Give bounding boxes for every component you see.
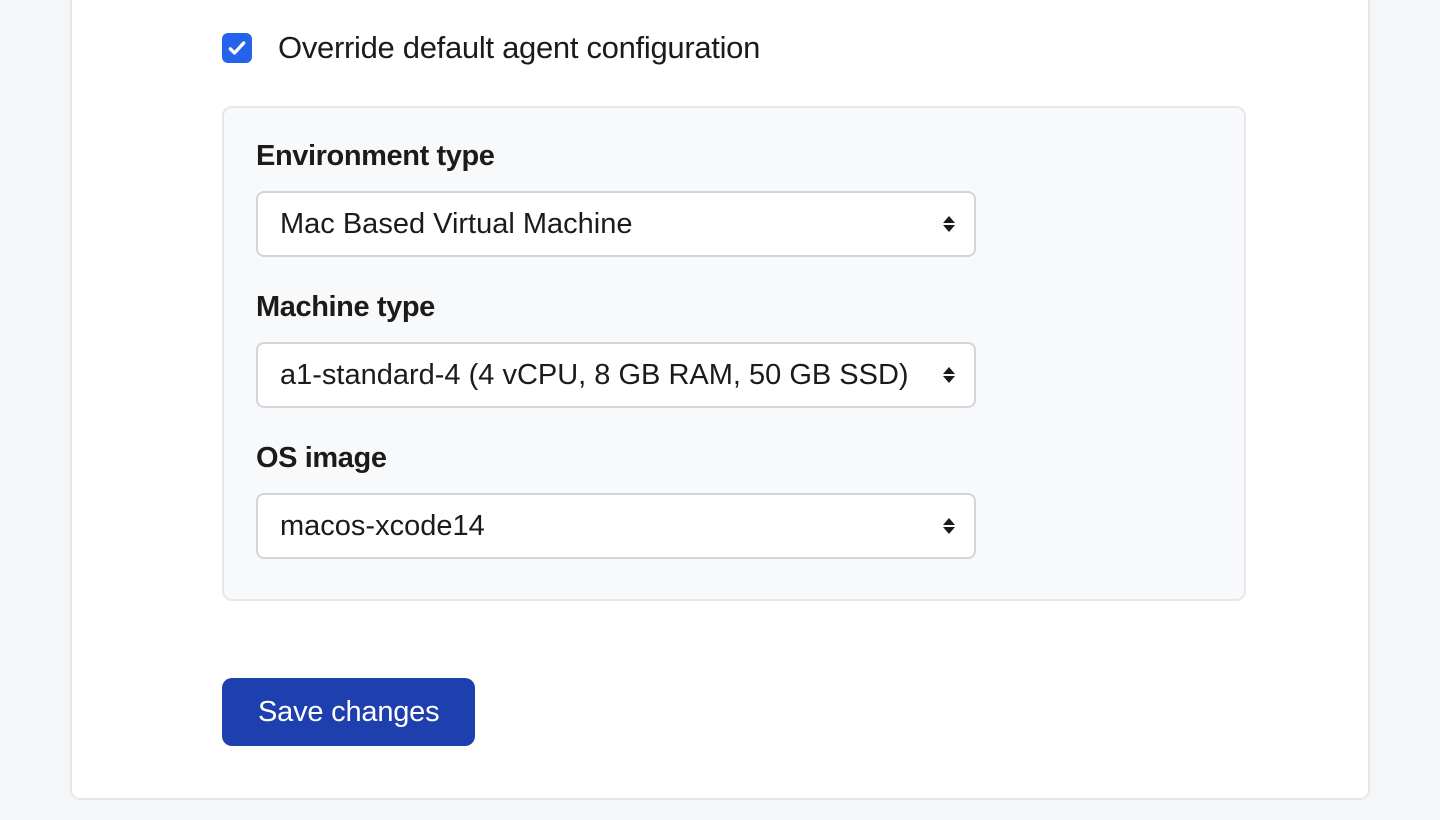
os-image-field: OS image macos-xcode14 [256, 442, 1212, 559]
os-image-label: OS image [256, 442, 1212, 475]
settings-card: Override default agent configuration Env… [70, 0, 1370, 800]
os-image-select[interactable]: macos-xcode14 [256, 493, 976, 559]
save-changes-button[interactable]: Save changes [222, 678, 475, 746]
override-checkbox[interactable] [222, 33, 252, 63]
override-checkbox-label: Override default agent configuration [278, 30, 760, 66]
agent-config-section: Override default agent configuration Env… [222, 30, 1252, 601]
environment-type-field: Environment type Mac Based Virtual Machi… [256, 140, 1212, 257]
machine-type-select-wrap: a1-standard-4 (4 vCPU, 8 GB RAM, 50 GB S… [256, 342, 976, 408]
agent-config-panel: Environment type Mac Based Virtual Machi… [222, 106, 1246, 601]
override-checkbox-row[interactable]: Override default agent configuration [222, 30, 1252, 66]
environment-type-select[interactable]: Mac Based Virtual Machine [256, 191, 976, 257]
environment-type-label: Environment type [256, 140, 1212, 173]
os-image-select-wrap: macos-xcode14 [256, 493, 976, 559]
checkmark-icon [227, 38, 247, 58]
environment-type-select-wrap: Mac Based Virtual Machine [256, 191, 976, 257]
machine-type-field: Machine type a1-standard-4 (4 vCPU, 8 GB… [256, 291, 1212, 408]
machine-type-label: Machine type [256, 291, 1212, 324]
machine-type-select[interactable]: a1-standard-4 (4 vCPU, 8 GB RAM, 50 GB S… [256, 342, 976, 408]
